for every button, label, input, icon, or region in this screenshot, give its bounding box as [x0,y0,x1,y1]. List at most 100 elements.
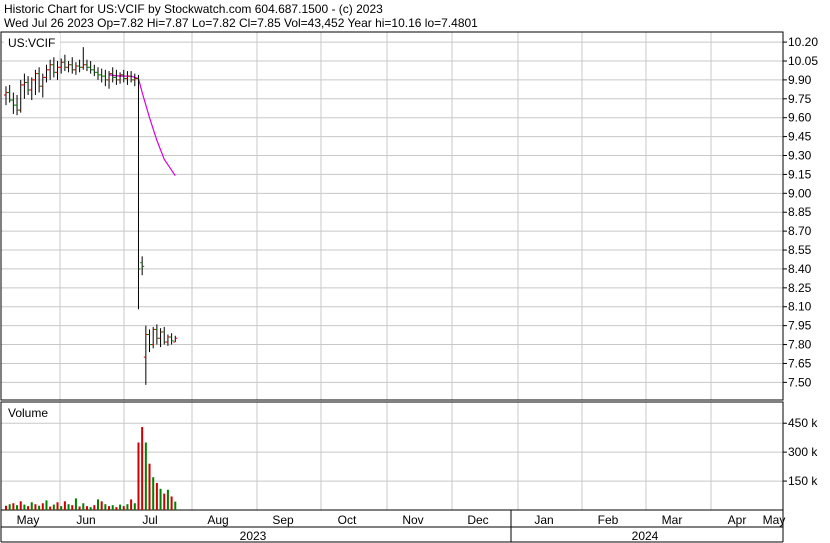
volume-bar [163,493,166,510]
volume-bar [119,504,122,510]
ohlc-bar [143,325,148,385]
price-tick-label: 8.10 [788,300,812,314]
volume-bar [71,505,74,510]
header-line-1: Historic Chart for US:VCIF by Stockwatch… [4,2,383,16]
volume-bar [108,506,111,510]
price-tick-label: 7.65 [788,356,812,370]
volume-bar [133,503,136,510]
price-tick-label: 7.80 [788,338,812,352]
volume-bar [82,503,85,510]
price-tick-label: 9.90 [788,73,812,87]
volume-bar [23,504,26,510]
volume-bar [122,506,125,510]
price-grid [1,32,783,400]
month-label: Dec [467,513,488,527]
volume-bar [16,505,19,510]
price-axis: 10.20 10.05 9.90 9.75 9.60 9.45 9.30 9.15 9.00 8.… [783,35,818,389]
month-label: Aug [207,513,228,527]
ohlc-bar [4,86,8,106]
ohlc-bar [40,73,45,98]
price-tick-label: 7.50 [788,375,812,389]
ohlc-bar [162,326,167,345]
price-tick-label: 8.40 [788,262,812,276]
price-tick-label: 8.25 [788,281,812,295]
ohlc-bar [154,324,159,345]
ohlc-bar [33,69,38,96]
volume-bar [111,505,114,510]
month-label: Feb [598,513,619,527]
volume-bar [170,496,173,510]
volume-bar [34,504,37,510]
volume-bar [12,503,15,510]
header-line-2: Wed Jul 26 2023 Op=7.82 Hi=7.87 Lo=7.82 … [4,16,478,30]
price-tick-label: 9.75 [788,92,812,106]
volume-bar [38,505,41,510]
volume-panel-border [0,401,784,511]
month-label: Jul [142,513,157,527]
price-tick-label: 9.15 [788,167,812,181]
month-label: Mar [662,513,683,527]
month-label: May [17,513,40,527]
month-label: May [763,513,786,527]
ohlc-bar [26,76,31,96]
volume-bar [141,427,144,510]
volume-bar [144,442,147,510]
ohlc-bar [173,335,178,343]
volume-bar [166,489,169,510]
volume-axis: 450 k 300 k 150 k [783,416,818,488]
ohlc-bar [70,57,75,74]
volume-panel-title: Volume [8,406,48,420]
month-label: Sep [272,513,294,527]
price-tick-label: 7.95 [788,319,812,333]
volume-tick-label: 450 k [788,416,818,430]
year-label-2024: 2024 [632,529,659,543]
volume-bar [74,498,77,510]
ohlc-bar [55,60,60,80]
volume-bar [19,501,22,510]
ohlc-bar [114,69,119,85]
volume-bars [5,427,177,510]
volume-bar [93,505,96,510]
volume-bar [152,477,155,510]
volume-bar [5,505,7,510]
price-tick-label: 9.60 [788,111,812,125]
ohlc-bar [11,92,16,114]
volume-bar [130,499,133,510]
ohlc-bar [118,72,123,84]
volume-bar [115,507,118,510]
volume-bar [63,501,66,510]
ohlc-bar [29,77,34,101]
volume-bar [41,503,44,510]
volume-bar [126,504,129,510]
volume-bar [89,507,92,510]
volume-grid [1,402,783,510]
price-tick-label: 9.30 [788,149,812,163]
month-label: Oct [338,513,357,527]
volume-bar [159,488,162,510]
ohlc-bar [81,47,86,70]
ohlc-bar [22,73,27,99]
month-label: Nov [402,513,423,527]
stock-chart: Historic Chart for US:VCIF by Stockwatch… [0,2,818,543]
volume-bar [137,442,140,510]
ohlc-bar [92,64,97,77]
ohlc-bar [140,256,145,276]
month-axis: May Jun Jul Aug Sep Oct Nov Dec Jan Feb Mar Apr May [17,513,786,527]
volume-bar [67,504,70,510]
ohlc-bar [125,71,130,85]
volume-bar [8,504,11,510]
month-label: Apr [728,513,747,527]
ohlc-bar [147,329,152,353]
ohlc-bar [18,79,23,113]
ohlc-bar [77,59,82,73]
volume-bar [100,501,103,510]
ohlc-bar [73,62,78,75]
volume-bar [52,504,55,510]
volume-bar [174,501,177,510]
price-tick-label: 9.00 [788,186,812,200]
price-tick-label: 10.05 [788,54,818,68]
volume-bar [27,506,30,510]
volume-tick-label: 150 k [788,474,818,488]
volume-bar [97,499,99,510]
volume-bar [148,463,151,510]
